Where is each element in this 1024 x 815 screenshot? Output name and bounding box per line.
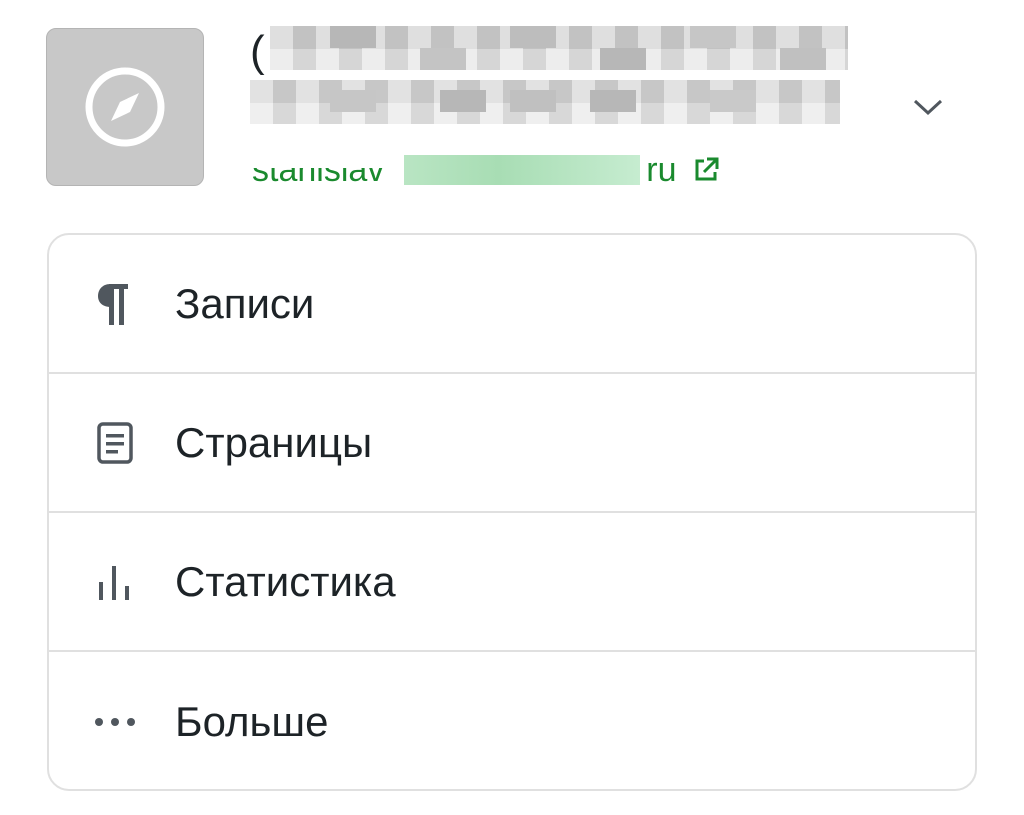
menu-item-label: Больше bbox=[175, 698, 329, 745]
chevron-down-icon[interactable] bbox=[908, 92, 948, 122]
compass-icon bbox=[85, 67, 165, 147]
page-icon bbox=[93, 421, 137, 465]
site-title-visible-char: ( bbox=[250, 27, 265, 76]
site-url-suffix: ru bbox=[646, 150, 677, 189]
external-link-icon bbox=[691, 155, 721, 185]
pixelated-title-line-2 bbox=[250, 80, 840, 124]
menu-item-stats[interactable]: Статистика bbox=[49, 513, 975, 652]
pixelated-title-line-1 bbox=[270, 26, 848, 70]
menu-item-label: Страницы bbox=[175, 418, 373, 466]
menu-item-more[interactable]: Больше bbox=[49, 652, 975, 789]
site-url-prefix: stanislav bbox=[252, 150, 385, 189]
site-header: ( stanislav ru bbox=[0, 0, 1024, 215]
site-url-link[interactable]: stanislav ru bbox=[252, 146, 721, 194]
menu-item-pages[interactable]: Страницы bbox=[49, 374, 975, 513]
site-title-blurred: ( bbox=[250, 24, 850, 134]
site-url-redacted bbox=[404, 155, 641, 185]
site-icon[interactable] bbox=[46, 28, 204, 186]
menu-item-label: Статистика bbox=[175, 557, 396, 605]
menu-item-posts[interactable]: Записи bbox=[49, 235, 975, 374]
pilcrow-icon bbox=[93, 282, 137, 326]
menu-item-label: Записи bbox=[175, 279, 315, 327]
site-menu: Записи Страницы Статистика Больше bbox=[47, 233, 977, 791]
more-dots-icon bbox=[93, 700, 137, 744]
bar-chart-icon bbox=[93, 560, 137, 604]
